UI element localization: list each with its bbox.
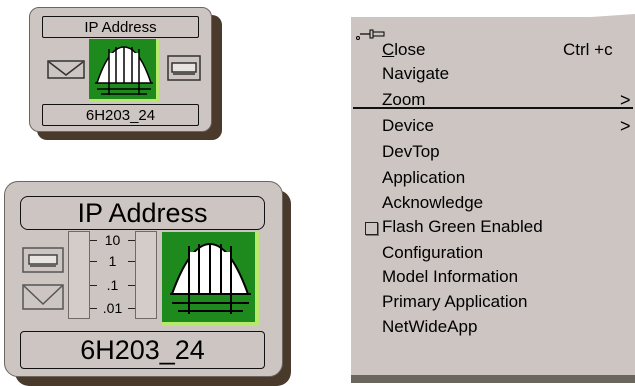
meter-tick-label: .1 (90, 277, 135, 293)
menu-item-flash-green-enabled[interactable]: Flash Green Enabled (382, 215, 632, 239)
menu-item-label: Application (382, 168, 466, 187)
menu-item-navigate[interactable]: Navigate (382, 62, 632, 86)
menu-item-device[interactable]: Device > (382, 114, 632, 138)
large-icon-title: IP Address (20, 196, 265, 230)
menu-item-application[interactable]: Application (382, 166, 632, 190)
bridge-icon[interactable] (162, 232, 259, 326)
menu-item-acknowledge[interactable]: Acknowledge (382, 191, 632, 215)
menu-separator (353, 107, 633, 109)
menu-item-label: Model Information (382, 267, 519, 286)
bridge-icon[interactable] (89, 39, 159, 102)
meter-bar-right (135, 231, 157, 319)
menu-item-netwideapp[interactable]: NetWideApp (382, 315, 632, 339)
menu-item-label: Navigate (382, 64, 450, 83)
menu-item-close-mnemonic: C (382, 40, 395, 59)
meter-tick-label: 1 (90, 253, 135, 269)
meter-tick-label: .01 (90, 300, 135, 316)
menu-item-label: Configuration (382, 243, 484, 262)
menu-item-close-shortcut: Ctrl +c (563, 40, 613, 59)
menu-item-devtop[interactable]: DevTop (382, 140, 632, 164)
meter-tick-label: 10 (90, 232, 135, 248)
large-icon-device-name: 6H203_24 (20, 331, 265, 369)
small-icon-device-name: 6H203_24 (42, 104, 199, 126)
network-card-icon[interactable] (167, 55, 201, 81)
envelope-icon[interactable] (47, 60, 85, 79)
meter-bar-left (68, 231, 90, 319)
menu-item-label: Acknowledge (382, 193, 484, 212)
envelope-icon[interactable] (22, 284, 64, 310)
menu-item-label: DevTop (382, 142, 440, 161)
menu-item-label: Primary Application (382, 292, 528, 311)
menu-item-configuration[interactable]: Configuration (382, 241, 632, 265)
menu-bottom-edge (351, 375, 635, 383)
submenu-arrow-icon: > (620, 116, 631, 136)
flash-green-checkbox[interactable] (365, 222, 378, 235)
menu-item-label: Flash Green Enabled (382, 217, 543, 236)
menu-item-close-label: lose (394, 40, 426, 59)
menu-item-primary-application[interactable]: Primary Application (382, 290, 632, 314)
menu-item-label: NetWideApp (382, 317, 478, 336)
menu-tear-edge (351, 14, 635, 28)
network-card-icon[interactable] (22, 247, 64, 273)
menu-item-close[interactable]: Close Ctrl +c (382, 38, 632, 62)
small-icon-title: IP Address (42, 16, 199, 38)
menu-item-label: Device (382, 116, 434, 135)
menu-item-model-information[interactable]: Model Information (382, 265, 632, 289)
